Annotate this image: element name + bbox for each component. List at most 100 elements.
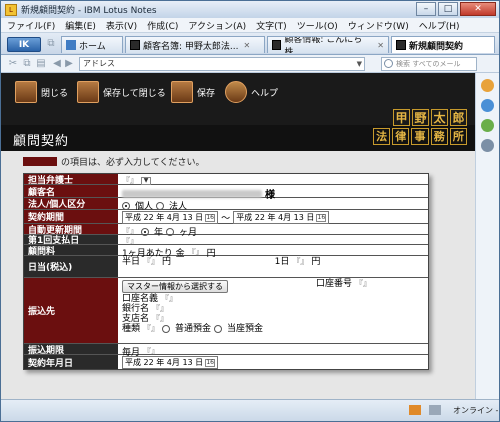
acct-no-label: 口座番号 <box>316 279 353 289</box>
copy-icon[interactable]: ⧉ <box>21 58 33 70</box>
row-renew: 自動更新期間 『』 年 ヶ月 <box>24 224 428 238</box>
calendar-widget-icon[interactable] <box>481 119 494 132</box>
daily-full-row[interactable]: 1日 『』円 <box>275 257 321 267</box>
menu-help[interactable]: ヘルプ(H) <box>419 19 460 32</box>
period-tilde: ～ <box>221 214 231 224</box>
radio-year[interactable] <box>141 227 149 236</box>
deadline-field[interactable]: 毎月 『』 <box>118 344 428 358</box>
feeds-icon[interactable] <box>481 79 494 92</box>
radio-corporate[interactable] <box>156 201 165 210</box>
menu-create[interactable]: 作成(C) <box>147 19 178 32</box>
address-bar: ✂ ⧉ ▤ ◀ ▶ アドレス ▼ 検索 すべてのメール <box>1 55 499 73</box>
close-doc-button[interactable]: 閉じる <box>15 79 68 105</box>
save-label: 保存 <box>197 88 216 99</box>
daily-full-unit: 円 <box>311 257 321 267</box>
help-icon <box>225 81 247 103</box>
radio-current[interactable] <box>214 325 223 333</box>
type-row: 種類 『』 普通預金 当座預金 <box>122 324 263 334</box>
document-area: 閉じる 保存して閉じる 保存 ヘルプ 顧問契約 甲 野 太 郎 法 律 事 務 … <box>1 73 475 399</box>
activities-icon[interactable] <box>481 139 494 152</box>
acct-name-row[interactable]: 口座名義 『』 <box>122 294 177 304</box>
required-note-text: の項目は、必ず入力してください。 <box>61 158 205 168</box>
address-input[interactable]: アドレス ▼ <box>79 57 365 71</box>
help-button[interactable]: ヘルプ <box>225 79 278 105</box>
replication-icon[interactable] <box>409 405 421 415</box>
open-list-icon[interactable]: ⧉ <box>45 38 57 50</box>
menu-tools[interactable]: ツール(O) <box>297 19 338 32</box>
select-from-master-button[interactable]: マスター情報から選択する <box>122 280 228 293</box>
logo-char: 野 <box>412 109 429 126</box>
acct-name-label: 口座名義 <box>122 294 159 304</box>
row-daily: 日当(税込) 半日 『』円 1日 『』円 <box>24 256 428 278</box>
redacted-client-name <box>122 189 262 198</box>
logo-char: 所 <box>449 128 468 145</box>
help-label: ヘルプ <box>251 88 279 99</box>
client-field[interactable]: 様 <box>118 185 428 201</box>
contract-date-input[interactable]: 平成 22 年 4月 13 日 16 <box>122 356 219 369</box>
search-input[interactable]: 検索 すべてのメール <box>381 57 477 71</box>
close-doc-label: 閉じる <box>41 88 69 99</box>
law-firm-logo: 甲 野 太 郎 法 律 事 務 所 <box>373 109 468 147</box>
label-period: 契約期間 <box>24 210 118 223</box>
menu-view[interactable]: 表示(V) <box>106 19 137 32</box>
logo-char: 太 <box>431 109 448 126</box>
radio-ordinary[interactable] <box>162 325 171 333</box>
attorney-field[interactable]: 『』 ▼ <box>118 174 428 185</box>
fee-field[interactable]: 1ヶ月あたり 金 『』 円 <box>118 245 428 259</box>
radio-month[interactable] <box>166 227 175 236</box>
type-opt2: 当座預金 <box>227 324 264 334</box>
type-label: 種類 <box>122 324 141 334</box>
chevron-down-icon[interactable]: ▼ <box>357 58 362 70</box>
first-pay-field[interactable]: 『』 <box>118 235 428 246</box>
daily-full-label: 1日 <box>274 257 290 267</box>
period-from-input[interactable]: 平成 22 年 4月 13 日 16 <box>122 211 219 224</box>
calendar-icon[interactable]: 16 <box>205 358 216 367</box>
search-placeholder: 検索 すべてのメール <box>396 60 461 68</box>
radio-individual[interactable] <box>122 201 130 210</box>
search-icon <box>384 59 393 68</box>
close-tab-icon[interactable]: ✕ <box>243 41 250 50</box>
paste-icon[interactable]: ▤ <box>35 58 47 70</box>
label-transfer: 振込先 <box>24 278 118 343</box>
menu-edit[interactable]: 編集(E) <box>65 19 96 32</box>
sametime-icon[interactable] <box>481 99 494 112</box>
bank-row[interactable]: 銀行名 『』 <box>122 304 168 314</box>
save-close-button[interactable]: 保存して閉じる <box>77 79 166 105</box>
close-window-button[interactable]: ✕ <box>460 2 496 16</box>
notes-logo-button[interactable]: IK <box>7 37 41 52</box>
menu-window[interactable]: ウィンドウ(W) <box>348 19 409 32</box>
tab-client-list[interactable]: 顧客名簿: 甲野太郎法... ✕ <box>125 36 265 53</box>
field-bracket: 『』 <box>292 257 309 266</box>
label-attorney: 担当弁護士 <box>24 174 118 186</box>
minimize-button[interactable]: – <box>416 2 436 16</box>
close-doc-icon <box>15 81 37 103</box>
save-button[interactable]: 保存 <box>171 79 215 105</box>
daily-half-row[interactable]: 半日 『』円 <box>122 257 171 267</box>
back-icon[interactable]: ◀ <box>51 58 63 70</box>
online-status[interactable]: オンライン - <box>453 405 498 416</box>
field-bracket: 『』 <box>143 324 160 333</box>
menu-text[interactable]: 文字(T) <box>256 19 287 32</box>
maximize-button[interactable]: □ <box>438 2 458 16</box>
cut-icon[interactable]: ✂ <box>7 58 19 70</box>
period-field: 平成 22 年 4月 13 日 16 ～ 平成 22 年 4月 13 日 16 <box>118 210 428 224</box>
save-close-label: 保存して閉じる <box>103 88 166 99</box>
field-bracket: 『』 <box>152 304 169 313</box>
branch-row[interactable]: 支店名 『』 <box>122 314 168 324</box>
logo-char: 務 <box>430 128 448 145</box>
tab-client-info[interactable]: 顧客情報: こんにち株... ✕ <box>267 36 389 53</box>
tab-new-contract[interactable]: 新規顧問契約 <box>391 36 495 53</box>
field-bracket: 『』 <box>152 314 169 323</box>
menu-action[interactable]: アクション(A) <box>188 19 246 32</box>
acct-no-row[interactable]: 口座番号 『』 <box>316 279 371 289</box>
forward-icon[interactable]: ▶ <box>63 58 75 70</box>
indicator-icon[interactable] <box>429 405 441 415</box>
menu-file[interactable]: ファイル(F) <box>7 19 55 32</box>
period-to-input[interactable]: 平成 22 年 4月 13 日 16 <box>233 211 330 224</box>
dropdown-icon[interactable]: ▼ <box>141 176 151 185</box>
tab-home[interactable]: ホーム <box>61 36 123 53</box>
calendar-icon[interactable]: 16 <box>205 213 216 222</box>
calendar-icon[interactable]: 16 <box>316 213 327 222</box>
close-tab-icon[interactable]: ✕ <box>377 41 384 50</box>
tab-home-label: ホーム <box>79 41 106 52</box>
